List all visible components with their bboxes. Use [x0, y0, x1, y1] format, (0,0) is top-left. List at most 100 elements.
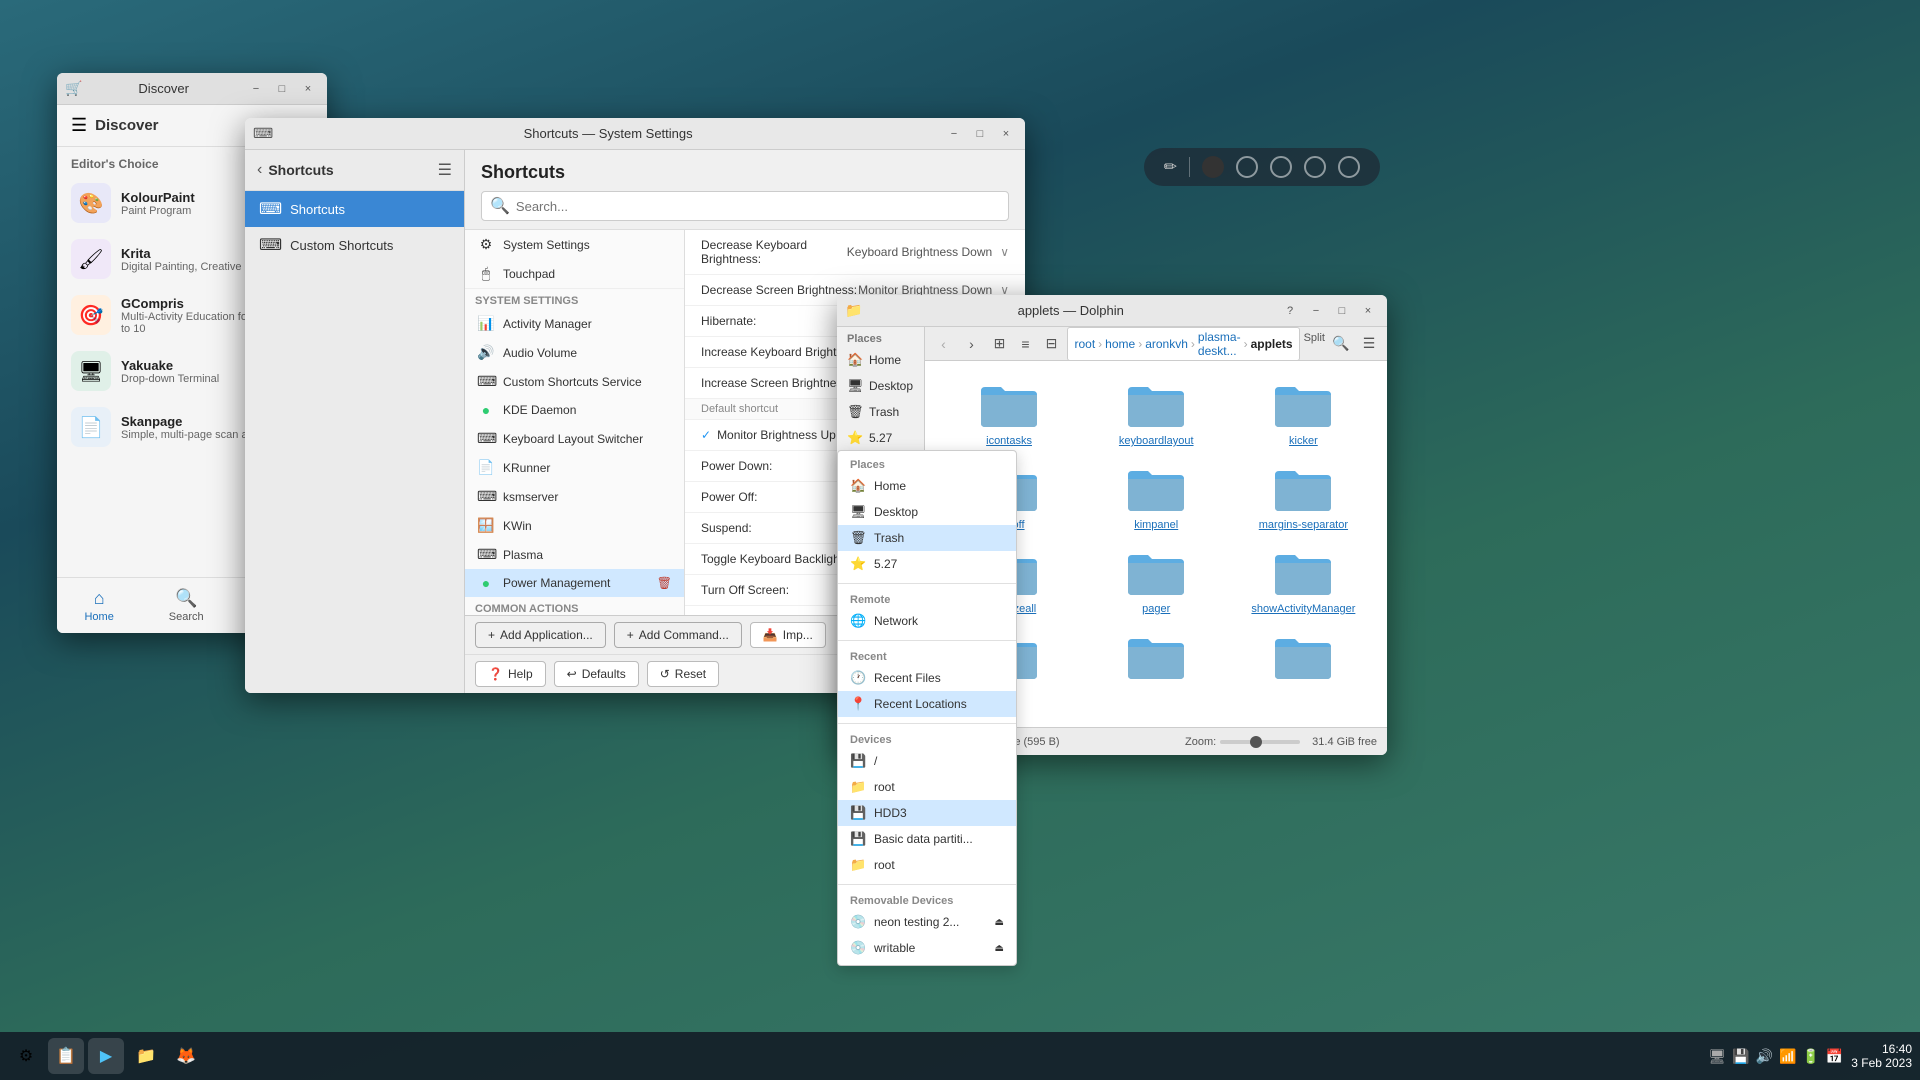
discover-close-button[interactable]: ×: [297, 78, 319, 100]
shortcuts-app-keyboard-layout[interactable]: ⌨ Keyboard Layout Switcher: [465, 424, 684, 453]
taskbar-battery-icon[interactable]: 🔋: [1802, 1048, 1819, 1065]
reset-button[interactable]: ↺ Reset: [647, 661, 719, 687]
widget-dot-4[interactable]: [1304, 156, 1326, 178]
shortcuts-app-kde-daemon[interactable]: ● KDE Daemon: [465, 396, 684, 424]
breadcrumb-home[interactable]: home: [1105, 337, 1135, 351]
add-application-button[interactable]: + Add Application...: [475, 622, 606, 648]
widget-dot-5[interactable]: [1338, 156, 1360, 178]
discover-maximize-button[interactable]: □: [271, 78, 293, 100]
ctx-neon-eject-icon[interactable]: ⏏: [995, 917, 1004, 928]
taskbar-tasks-button[interactable]: 📋: [48, 1038, 84, 1074]
dolphin-search-button[interactable]: 🔍: [1329, 332, 1353, 356]
context-menu-basic-data[interactable]: 💾 Basic data partiti...: [838, 826, 1016, 852]
shortcuts-app-touchpad[interactable]: 🖱 Touchpad: [465, 259, 684, 288]
shortcuts-app-plasma[interactable]: ⌨ Plasma: [465, 540, 684, 569]
ksmserver-label: ksmserver: [503, 490, 558, 504]
context-menu-writable[interactable]: 💿 writable ⏏: [838, 935, 1016, 961]
taskbar-files-button[interactable]: 📁: [128, 1038, 164, 1074]
dolphin-forward-button[interactable]: ›: [959, 332, 983, 356]
dolphin-list-view-button[interactable]: ≡: [1013, 332, 1037, 356]
shortcuts-minimize-button[interactable]: −: [943, 123, 965, 145]
discover-nav-home[interactable]: ⌂ Home: [74, 584, 123, 627]
context-menu-trash[interactable]: 🗑 Trash: [838, 525, 1016, 551]
breadcrumb-aronkvh[interactable]: aronkvh: [1145, 337, 1188, 351]
context-menu-root2[interactable]: 📁 root: [838, 852, 1016, 878]
discover-nav-search[interactable]: 🔍 Search: [159, 584, 214, 627]
dolphin-icon-view-button[interactable]: ⊞: [987, 332, 1011, 356]
dolphin-zoom-slider[interactable]: [1220, 740, 1300, 744]
dolphin-maximize-button[interactable]: □: [1331, 300, 1353, 322]
dolphin-split-view-button[interactable]: ⊟: [1039, 332, 1063, 356]
dolphin-help-button[interactable]: ?: [1279, 300, 1301, 322]
dolphin-file-kicker[interactable]: kicker: [1230, 371, 1377, 455]
shortcuts-app-krunner[interactable]: 📄 KRunner: [465, 453, 684, 482]
dolphin-sidebar-trash[interactable]: 🗑 Trash: [837, 399, 924, 425]
shortcut-dec-kbd-expand[interactable]: ∨: [1000, 245, 1009, 259]
dolphin-sidebar-desktop[interactable]: 🖥 Desktop: [837, 373, 924, 399]
widget-dot-1[interactable]: [1202, 156, 1224, 178]
add-command-button[interactable]: + Add Command...: [614, 622, 742, 648]
dolphin-minimize-button[interactable]: −: [1305, 300, 1327, 322]
shortcuts-app-ksmserver[interactable]: ⌨ ksmserver: [465, 482, 684, 511]
shortcut-row-dec-kbd[interactable]: Decrease Keyboard Brightness: Keyboard B…: [685, 230, 1025, 275]
discover-minimize-button[interactable]: −: [245, 78, 267, 100]
taskbar-system-button[interactable]: ⚙: [8, 1038, 44, 1074]
sidebar-item-shortcuts[interactable]: ⌨ Shortcuts: [245, 191, 464, 227]
power-management-trash-button[interactable]: 🗑: [657, 576, 672, 590]
dolphin-close-button[interactable]: ×: [1357, 300, 1379, 322]
taskbar-screen-icon[interactable]: 🖥: [1708, 1048, 1726, 1065]
context-menu-neon[interactable]: 💿 neon testing 2... ⏏: [838, 909, 1016, 935]
dolphin-back-button[interactable]: ‹: [931, 332, 955, 356]
help-button[interactable]: ❓ Help: [475, 661, 546, 687]
context-menu-slash[interactable]: 💾 /: [838, 748, 1016, 774]
taskbar-calendar-icon[interactable]: 📅: [1826, 1048, 1843, 1065]
context-menu-network[interactable]: 🌐 Network: [838, 608, 1016, 634]
taskbar-storage-icon[interactable]: 💾: [1732, 1048, 1749, 1065]
context-menu-home[interactable]: 🏠 Home: [838, 473, 1016, 499]
dolphin-sidebar-home[interactable]: 🏠 Home: [837, 347, 924, 373]
dolphin-file-extra2[interactable]: [1083, 623, 1230, 691]
taskbar-terminal-button[interactable]: ▶: [88, 1038, 124, 1074]
widget-dot-2[interactable]: [1236, 156, 1258, 178]
context-menu-recent-files[interactable]: 🕐 Recent Files: [838, 665, 1016, 691]
dolphin-file-icontasks[interactable]: icontasks: [935, 371, 1082, 455]
context-menu-root1[interactable]: 📁 root: [838, 774, 1016, 800]
shortcuts-app-power-management[interactable]: ● Power Management 🗑: [465, 569, 684, 597]
sidebar-item-custom-shortcuts[interactable]: ⌨ Custom Shortcuts: [245, 227, 464, 263]
dolphin-file-kimpanel[interactable]: kimpanel: [1083, 455, 1230, 539]
taskbar-audio-icon[interactable]: 🔊: [1756, 1048, 1773, 1065]
defaults-button[interactable]: ↩ Defaults: [554, 661, 639, 687]
import-button[interactable]: 📥 Imp...: [750, 622, 826, 648]
context-menu-desktop[interactable]: 🖥 Desktop: [838, 499, 1016, 525]
dolphin-file-pager[interactable]: pager: [1083, 539, 1230, 623]
shortcuts-maximize-button[interactable]: □: [969, 123, 991, 145]
dolphin-file-showactivitymanager[interactable]: showActivityManager: [1230, 539, 1377, 623]
shortcuts-app-custom-shortcuts-service[interactable]: ⌨ Custom Shortcuts Service: [465, 367, 684, 396]
discover-hamburger-icon[interactable]: ☰: [71, 115, 87, 136]
shortcuts-menu-button[interactable]: ☰: [438, 160, 452, 180]
shortcuts-search-input[interactable]: [516, 199, 1000, 214]
dolphin-sidebar-527[interactable]: ⭐ 5.27: [837, 425, 924, 451]
shortcuts-app-activity-manager[interactable]: 📊 Activity Manager: [465, 309, 684, 338]
taskbar-clock[interactable]: 16:40 3 Feb 2023: [1851, 1042, 1912, 1070]
ctx-writable-eject-icon[interactable]: ⏏: [995, 943, 1004, 954]
dolphin-file-margins-separator[interactable]: margins-separator: [1230, 455, 1377, 539]
shortcuts-app-audio-volume[interactable]: 🔊 Audio Volume: [465, 338, 684, 367]
context-menu-hdd3[interactable]: 💾 HDD3: [838, 800, 1016, 826]
taskbar-firefox-button[interactable]: 🦊: [168, 1038, 204, 1074]
shortcuts-close-button[interactable]: ×: [995, 123, 1017, 145]
shortcuts-app-system-settings[interactable]: ⚙ System Settings: [465, 230, 684, 259]
widget-dot-3[interactable]: [1270, 156, 1292, 178]
context-menu-recent-locations[interactable]: 📍 Recent Locations: [838, 691, 1016, 717]
shortcuts-app-kwin[interactable]: 🪟 KWin: [465, 511, 684, 540]
shortcuts-search-box[interactable]: 🔍: [481, 191, 1009, 221]
pencil-icon[interactable]: ✏: [1164, 157, 1177, 177]
context-menu-527[interactable]: ⭐ 5.27: [838, 551, 1016, 577]
dolphin-file-extra3[interactable]: [1230, 623, 1377, 691]
breadcrumb-plasma[interactable]: plasma-deskt...: [1198, 330, 1241, 358]
dolphin-menu-button[interactable]: ☰: [1357, 332, 1381, 356]
shortcuts-back-button[interactable]: ‹: [257, 161, 262, 179]
dolphin-file-keyboardlayout[interactable]: keyboardlayout: [1083, 371, 1230, 455]
taskbar-network-icon[interactable]: 📶: [1779, 1048, 1796, 1065]
breadcrumb-root[interactable]: root: [1074, 337, 1095, 351]
